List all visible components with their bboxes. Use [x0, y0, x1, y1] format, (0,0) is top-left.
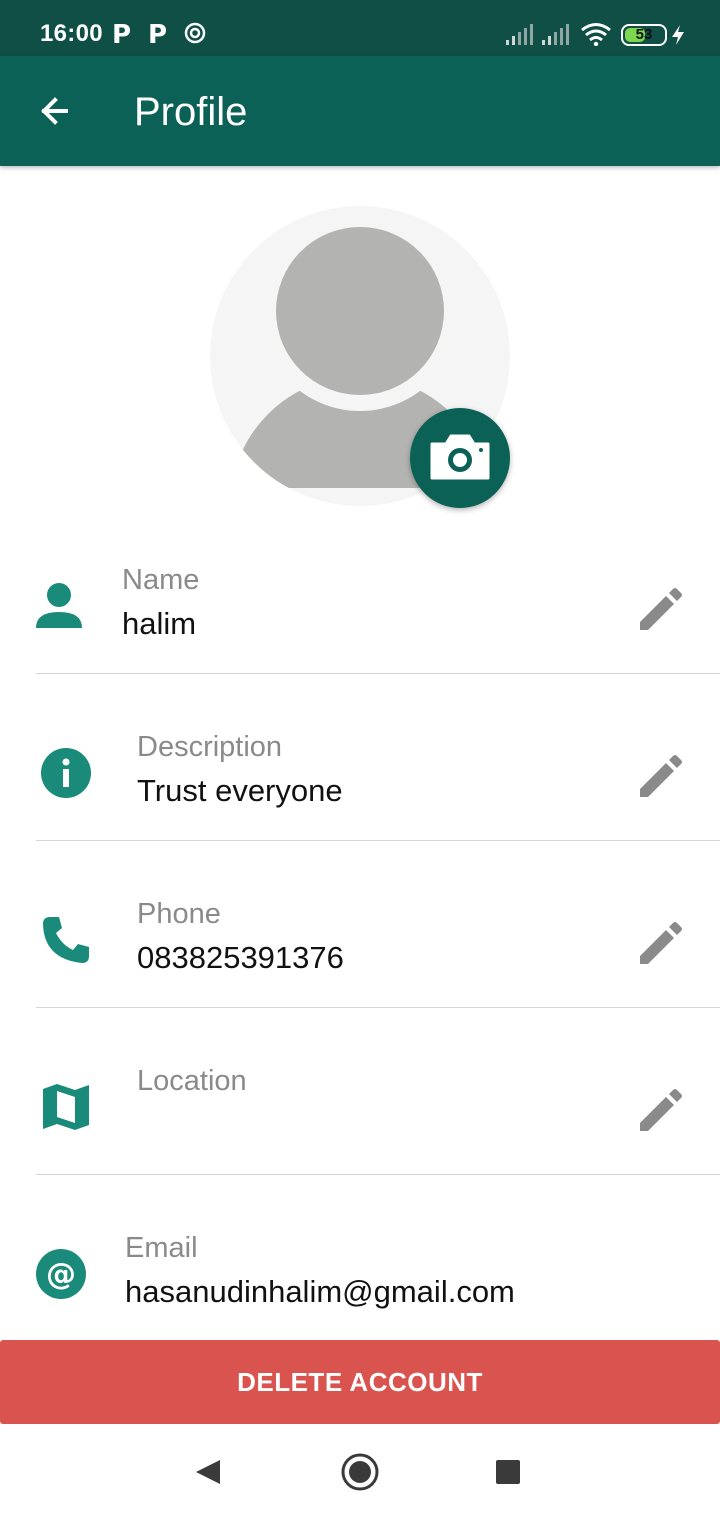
signal-icon	[542, 24, 569, 45]
pencil-icon[interactable]	[632, 918, 686, 972]
divider	[36, 840, 720, 841]
profile-row-phone[interactable]: Phone 083825391376	[0, 874, 720, 1008]
status-bar: 16:00 P P 53	[0, 0, 720, 56]
back-nav-icon[interactable]	[184, 1448, 232, 1496]
field-value: hasanudinhalim@gmail.com	[125, 1274, 515, 1309]
home-nav-icon[interactable]	[336, 1448, 384, 1496]
field-label: Email	[125, 1232, 198, 1264]
at-icon: @	[36, 1249, 86, 1299]
signal-icon	[506, 24, 533, 45]
person-icon	[36, 583, 82, 628]
svg-text:@: @	[46, 1257, 76, 1292]
info-icon	[41, 748, 91, 798]
battery-icon: 53	[621, 24, 667, 46]
change-photo-button[interactable]	[410, 408, 510, 508]
field-value: halim	[122, 606, 197, 641]
pencil-icon[interactable]	[632, 1085, 686, 1139]
field-value: Trust everyone	[137, 773, 343, 808]
divider	[36, 1007, 720, 1008]
delete-account-button[interactable]: DELETE ACCOUNT	[0, 1340, 720, 1424]
profile-row-location[interactable]: Location	[0, 1041, 720, 1175]
wifi-icon	[581, 23, 611, 46]
recents-nav-icon[interactable]	[484, 1448, 532, 1496]
field-value: 083825391376	[137, 940, 344, 975]
sync-icon	[184, 22, 206, 44]
page-title: Profile	[134, 90, 248, 134]
avatar-section	[210, 206, 510, 508]
app-bar: Profile	[0, 56, 720, 166]
charging-bolt-icon	[672, 25, 684, 45]
profile-row-email: @ Email hasanudinhalim@gmail.com	[0, 1208, 720, 1328]
divider	[36, 1174, 720, 1175]
status-time: 16:00	[40, 20, 103, 47]
divider	[36, 673, 720, 674]
back-arrow-icon[interactable]	[28, 84, 82, 138]
map-icon	[43, 1084, 89, 1130]
field-label: Name	[122, 564, 200, 596]
phone-icon	[43, 917, 89, 963]
field-label: Description	[137, 731, 283, 763]
field-label: Location	[137, 1065, 247, 1097]
notification-p-icon: P	[148, 20, 168, 50]
battery-percent: 53	[635, 26, 653, 43]
pencil-icon[interactable]	[632, 584, 686, 638]
pencil-icon[interactable]	[632, 751, 686, 805]
profile-row-description[interactable]: Description Trust everyone	[0, 707, 720, 841]
profile-row-name[interactable]: Name halim	[0, 540, 720, 674]
notification-p-icon: P	[112, 20, 132, 50]
field-label: Phone	[137, 898, 221, 930]
system-nav-bar	[0, 1424, 720, 1520]
camera-icon	[430, 434, 490, 480]
